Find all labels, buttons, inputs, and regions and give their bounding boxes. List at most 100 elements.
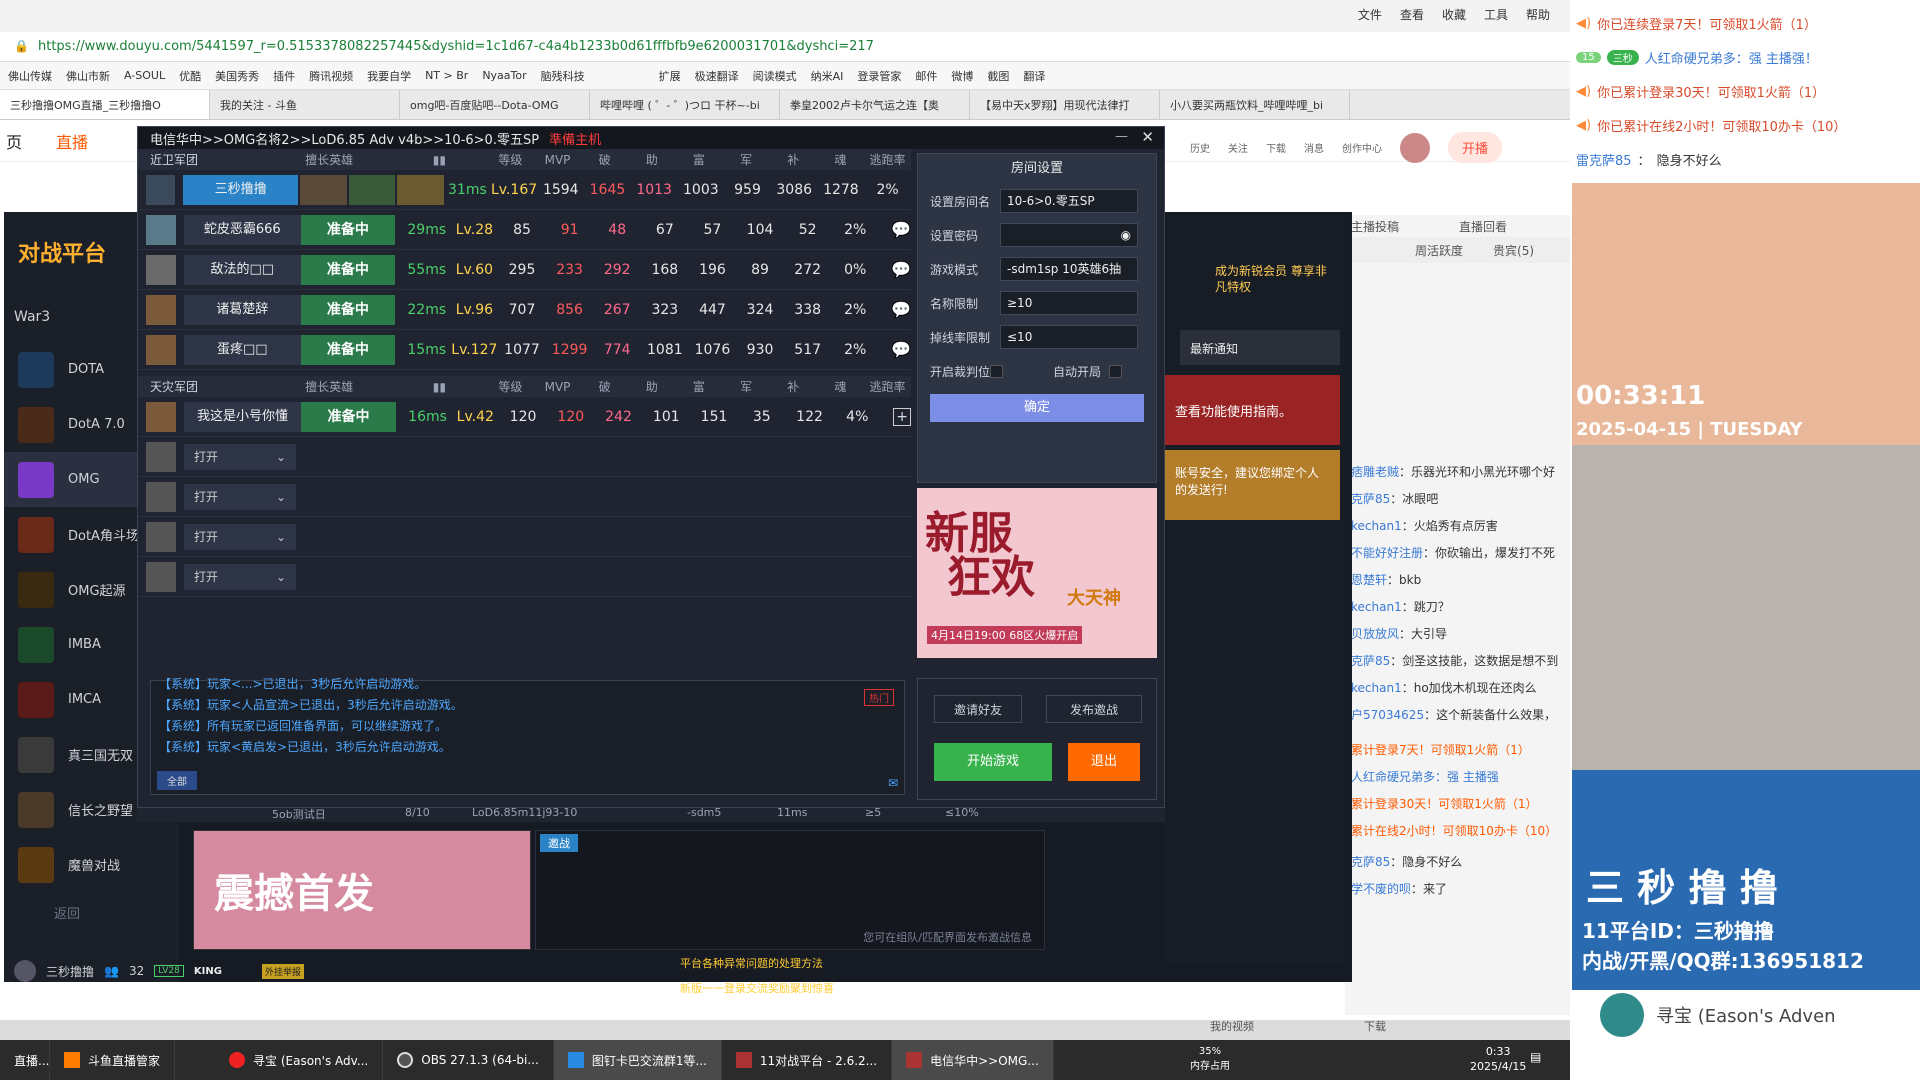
friends-icon[interactable]: 👥 — [104, 964, 119, 978]
news-line[interactable]: 平台各种异常问题的处理方法 — [680, 955, 823, 971]
bookmark[interactable]: 纳米AI — [811, 68, 844, 84]
slot-dropdown[interactable]: 打开 ⌄ — [184, 483, 296, 510]
vip-promo[interactable]: 成为新锐会员 尊享非凡特权 — [1215, 263, 1335, 295]
avatar[interactable] — [1400, 132, 1430, 163]
browser-tab[interactable]: omg吧-百度贴吧--Dota-OMG — [400, 90, 590, 119]
bookmark[interactable]: NT > Br — [425, 69, 468, 82]
nav-messages[interactable]: 消息 — [1304, 140, 1324, 155]
bookmark[interactable]: 插件 — [273, 68, 295, 84]
promo-banner[interactable]: 震撼首发 — [193, 830, 531, 950]
slot-dropdown[interactable]: 打开 ⌄ — [184, 443, 296, 470]
security-notice[interactable]: 账号安全，建议您绑定个人的发送行! — [1165, 450, 1340, 520]
chat-bubble-icon[interactable]: 💬 — [891, 260, 911, 279]
link-submit[interactable]: 主播投稿 — [1351, 218, 1399, 235]
menu-help[interactable]: 帮助 — [1526, 6, 1550, 23]
link-replay[interactable]: 直播回看 — [1459, 218, 1507, 235]
guide-notice[interactable]: 查看功能使用指南。 — [1165, 375, 1340, 445]
chat-bubble-icon[interactable]: 💬 — [891, 340, 911, 359]
name-limit-select[interactable]: ≥10 — [1000, 291, 1138, 315]
bookmark[interactable]: 我要自学 — [367, 68, 411, 84]
browser-tab[interactable]: 哔哩哔哩 ( ゜- ゜)つロ 干杯~-bi — [590, 90, 780, 119]
nav-creator[interactable]: 创作中心 — [1342, 140, 1382, 155]
back-button[interactable]: 返回 — [4, 892, 179, 932]
invite-friend-button[interactable]: 邀请好友 — [934, 695, 1022, 723]
tab-vip[interactable]: 贵宾(5) — [1493, 242, 1534, 259]
start-game-button[interactable]: 开始游戏 — [934, 743, 1052, 781]
exit-button[interactable]: 退出 — [1068, 743, 1140, 781]
footer-download[interactable]: 下载 — [1364, 1018, 1386, 1034]
external-report[interactable]: 外挂举报 — [261, 963, 304, 979]
footer-my-video[interactable]: 我的视频 — [1210, 1018, 1254, 1034]
nav-download[interactable]: 下载 — [1266, 140, 1286, 155]
player-row[interactable]: 诸葛楚辞 准备中 22ms Lv.96 707 856 267 323 447 … — [138, 290, 911, 330]
browser-tab[interactable]: 【易中天x罗翔】用现代法律打 — [970, 90, 1160, 119]
user-avatar[interactable] — [14, 960, 36, 982]
game-mode-select[interactable]: -sdm1sp 10英雄6抽 — [1000, 257, 1138, 281]
taskbar-item[interactable]: 寻宝 (Eason's Adv... — [215, 1040, 384, 1080]
publish-invite-button[interactable]: 发布邀战 — [1046, 695, 1142, 723]
room-name-input[interactable]: 10-6>0.零五SP — [1000, 189, 1138, 213]
bookmark[interactable]: NyaaTor — [482, 69, 526, 82]
taskbar-item[interactable]: OBS 27.1.3 (64-bi... — [383, 1040, 554, 1080]
slot-dropdown[interactable]: 打开 ⌄ — [184, 523, 296, 550]
bookmark[interactable]: 登录管家 — [857, 68, 901, 84]
menu-tools[interactable]: 工具 — [1484, 6, 1508, 23]
taskbar-item[interactable]: 电信华中>>OMG... — [892, 1040, 1054, 1080]
chat-bubble-icon[interactable]: 💬 — [891, 300, 911, 319]
close-icon[interactable]: ✕ — [1141, 128, 1154, 146]
slot-dropdown[interactable]: 打开 ⌄ — [184, 563, 296, 590]
player-row[interactable]: 蛇皮恶霸666 准备中 29ms Lv.28 85 91 48 67 57 10… — [138, 210, 911, 250]
send-icon[interactable]: ✉ — [888, 776, 898, 790]
nav-item-live[interactable]: 直播 — [56, 129, 88, 153]
browser-tab[interactable]: 小八要买两瓶饮料_哔哩哔哩_bi — [1160, 90, 1350, 119]
menu-view[interactable]: 查看 — [1400, 6, 1424, 23]
bookmark[interactable]: 腾讯视频 — [309, 68, 353, 84]
notification-icon[interactable]: ▤ — [1530, 1050, 1541, 1064]
latest-notice-tab[interactable]: 最新通知 — [1180, 330, 1340, 365]
auto-start-checkbox[interactable] — [1109, 364, 1122, 378]
bookmark[interactable]: 翻译 — [1023, 68, 1045, 84]
confirm-button[interactable]: 确定 — [930, 394, 1144, 422]
taskbar-item[interactable]: 图钉卡巴交流群1等... — [553, 1040, 722, 1080]
hot-tag[interactable]: 热门 — [864, 689, 894, 706]
player-row[interactable]: 敌法的□□ 准备中 55ms Lv.60 295 233 292 168 196… — [138, 250, 911, 290]
drop-rate-select[interactable]: ≤10 — [1000, 325, 1138, 349]
bookmark[interactable]: 优酷 — [179, 68, 201, 84]
bookmark[interactable]: 极速翻译 — [695, 68, 739, 84]
game-item[interactable]: 魔兽对战 — [4, 837, 179, 892]
password-input[interactable]: ◉ — [1000, 223, 1138, 247]
menu-file[interactable]: 文件 — [1358, 6, 1382, 23]
taskbar-item[interactable]: 11对战平台 - 2.6.2... — [722, 1040, 893, 1080]
filter-dropdown[interactable]: 全部 — [157, 771, 197, 790]
referee-checkbox[interactable] — [990, 364, 1003, 378]
open-live-button[interactable]: 开播 — [1448, 132, 1503, 163]
taskbar-item[interactable]: 斗鱼直播管家 — [50, 1040, 176, 1080]
bookmark[interactable]: 扩展 — [659, 68, 681, 84]
player-row[interactable]: 蛋疼□□ 准备中 15ms Lv.127 1077 1299 774 1081 … — [138, 330, 911, 370]
news-line[interactable]: 新版一一登录交流奖励聚到惊喜 — [680, 980, 834, 996]
bookmark[interactable]: 美国秀秀 — [215, 68, 259, 84]
clock[interactable]: 0:33 2025/4/15 — [1470, 1044, 1526, 1074]
nav-item[interactable]: 页 — [6, 129, 22, 153]
bookmark[interactable]: 微博 — [951, 68, 973, 84]
nav-history[interactable]: 历史 — [1190, 140, 1210, 155]
taskbar-item[interactable]: 直播... — [0, 1040, 50, 1080]
player-row[interactable]: 三秒撸撸 31ms Lv.167 1594 1645 1013 1003 959… — [138, 170, 911, 210]
address-bar[interactable]: 🔒 https://www.douyu.com/5441597_r=0.5153… — [0, 32, 1570, 62]
nav-follow[interactable]: 关注 — [1228, 140, 1248, 155]
browser-tab[interactable]: 拳皇2002卢卡尔气运之连【奥 — [780, 90, 970, 119]
eye-icon[interactable]: ◉ — [1121, 228, 1131, 242]
player-row[interactable]: 我这是小号你懂 准备中 16ms Lv.42 120 120 242 101 1… — [138, 397, 912, 437]
minimize-icon[interactable]: — — [1115, 129, 1128, 144]
add-icon[interactable]: + — [893, 407, 912, 426]
bookmark[interactable]: 邮件 — [915, 68, 937, 84]
url-text[interactable]: https://www.douyu.com/5441597_r=0.515337… — [38, 39, 874, 54]
bookmark[interactable]: 截图 — [987, 68, 1009, 84]
menu-favorites[interactable]: 收藏 — [1442, 6, 1466, 23]
chat-bubble-icon[interactable]: 💬 — [891, 220, 911, 239]
browser-tab[interactable]: 三秒撸撸OMG直播_三秒撸撸O — [0, 90, 210, 119]
bookmark[interactable]: 阅读模式 — [753, 68, 797, 84]
tab-activity[interactable]: 周活跃度 — [1415, 242, 1463, 259]
invite-tab[interactable]: 邀战 — [540, 834, 578, 852]
bookmark[interactable]: 脑残科技 — [541, 68, 585, 84]
